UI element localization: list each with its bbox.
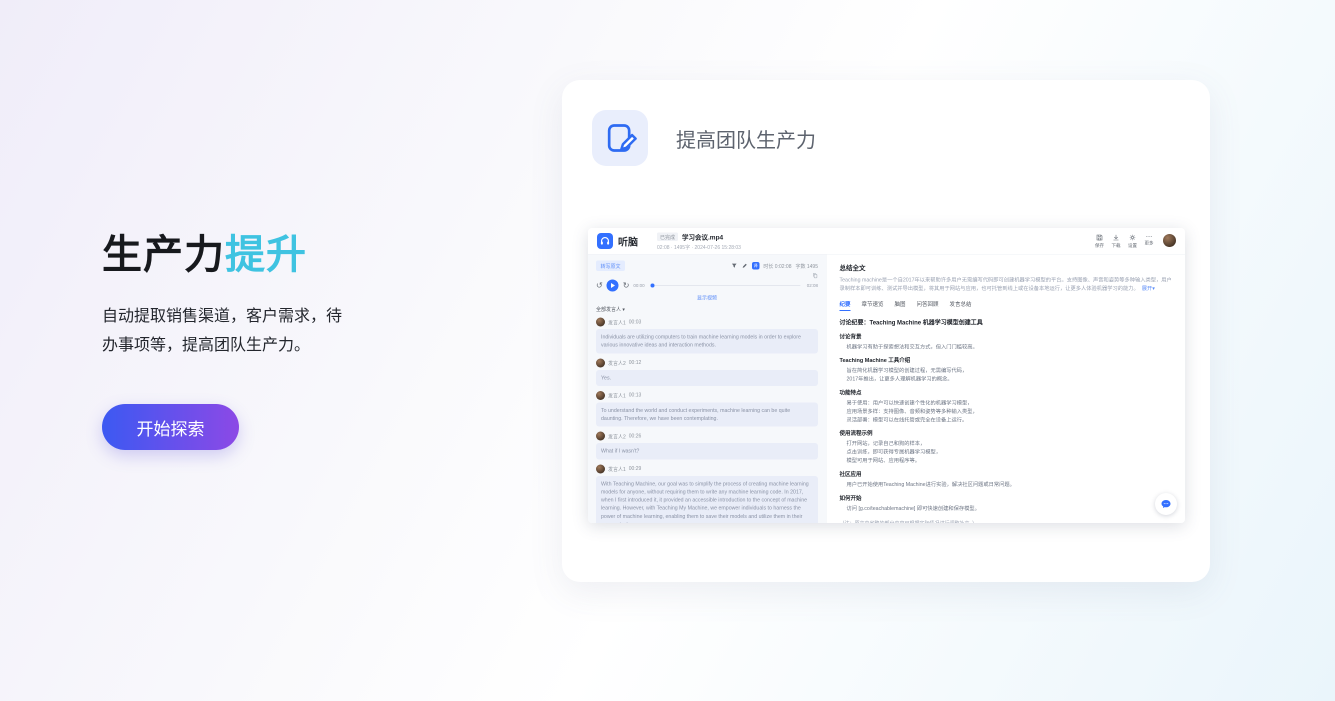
- filter-icon[interactable]: [731, 263, 738, 270]
- transcript-tag: 转写原文: [596, 261, 625, 272]
- total-time: 02:08: [807, 283, 818, 288]
- message-bubble: What if I wasn't?: [596, 443, 818, 459]
- app-window: 听脑 已完成 学习会议.mp4 02:08 · 1495字 · 2024-07-…: [588, 228, 1185, 523]
- page-title: 生产力提升: [102, 230, 482, 280]
- show-video-link[interactable]: 显示视频: [596, 294, 818, 302]
- summary-section: 功能特点 易于使用：用户可以快速创建个性化的机器学习模型， 应用场景多样：支持图…: [840, 389, 1173, 425]
- speaker-name: 发言人1: [608, 392, 626, 400]
- speaker-name: 发言人1: [608, 318, 626, 326]
- summary-section: 社区应用 用户已开始使用Teaching Machine进行实验，解决社区问题或…: [840, 470, 1173, 489]
- message-time: 00:26: [629, 433, 642, 439]
- speaker-filter-dropdown[interactable]: 全部发言人 ▾: [596, 305, 818, 313]
- note-pencil-icon: [592, 110, 648, 166]
- assistant-fab[interactable]: [1155, 493, 1177, 515]
- chat-message: 发言人100:29 With Teaching Machine, our goa…: [596, 464, 818, 523]
- chat-message: 发言人100:03 Individuals are utilizing comp…: [596, 318, 818, 354]
- summary-panel: 总结全文 Teaching machine是一个自2017年以来帮助许多用户无需…: [826, 255, 1185, 524]
- file-meta: 02:08 · 1495字 · 2024-07-26 15:28:03: [657, 243, 741, 251]
- speaker-avatar: [596, 318, 605, 327]
- speaker-name: 发言人1: [608, 465, 626, 473]
- file-status-badge: 已完成: [657, 232, 678, 241]
- message-bubble: Individuals are utilizing computers to t…: [596, 329, 818, 353]
- tab-qa-review[interactable]: 问答回顾: [917, 300, 939, 311]
- card-title: 提高团队生产力: [676, 124, 816, 153]
- avatar[interactable]: [1163, 234, 1176, 247]
- transcript-toolbar: 转写原文 译 时长 0:02:08 字数 1495: [596, 261, 818, 272]
- more-icon: ⋯: [1146, 234, 1153, 239]
- message-time: 00:03: [629, 319, 642, 325]
- play-button[interactable]: [607, 280, 619, 292]
- file-info: 已完成 学习会议.mp4 02:08 · 1495字 · 2024-07-26 …: [657, 232, 741, 251]
- summary-section: Teaching Machine 工具介绍 旨在简化机器学习模型的创建过程，无需…: [840, 356, 1173, 383]
- hero-description: 自动提取销售渠道，客户需求，待 办事项等，提高团队生产力。: [102, 302, 482, 360]
- card-header: 提高团队生产力: [592, 110, 816, 166]
- speaker-avatar: [596, 391, 605, 400]
- tab-minutes[interactable]: 纪要: [840, 300, 851, 311]
- explore-button[interactable]: 开始探索: [102, 404, 239, 450]
- hero-description-line1: 自动提取销售渠道，客户需求，待: [102, 308, 342, 325]
- edit-icon[interactable]: [741, 263, 748, 270]
- download-button[interactable]: 下载: [1111, 234, 1120, 249]
- duration-label: 时长 0:02:08: [763, 262, 791, 270]
- summary-abstract: Teaching machine是一个自2017年以来帮助许多用户无需编写代码即…: [840, 276, 1173, 293]
- settings-button[interactable]: 设置: [1128, 234, 1137, 249]
- progress-knob[interactable]: [651, 284, 655, 288]
- app-logo-text: 听脑: [618, 234, 638, 249]
- chat-message: 发言人100:13 To understand the world and co…: [596, 391, 818, 427]
- header-actions: 保存 下载 设置 ⋯ 更多: [1095, 234, 1176, 249]
- copy-icon[interactable]: [812, 273, 818, 279]
- summary-footnote: （注：原文中省略的部分内容已根据实际情况进行调整补充。）: [840, 519, 1173, 523]
- message-time: 00:29: [629, 466, 642, 472]
- chat-bubble-icon: [1160, 498, 1172, 510]
- app-header: 听脑 已完成 学习会议.mp4 02:08 · 1495字 · 2024-07-…: [588, 228, 1185, 255]
- translate-icon[interactable]: 译: [752, 262, 760, 270]
- file-name: 学习会议.mp4: [682, 232, 723, 242]
- chat-message: 发言人200:12 Yes.: [596, 358, 818, 386]
- message-list: 发言人100:03 Individuals are utilizing comp…: [596, 318, 818, 524]
- summary-section: 使用流程示例 打开网站，记录自己和狗的样本， 点击训练，即可获得专属机器学习模型…: [840, 429, 1173, 465]
- save-icon: [1096, 234, 1103, 241]
- message-bubble: To understand the world and conduct expe…: [596, 402, 818, 426]
- audio-player: ↺ ↻ 00:00 02:08: [596, 280, 818, 292]
- chat-message: 发言人200:26 What if I wasn't?: [596, 432, 818, 460]
- summary-title: 总结全文: [840, 263, 1173, 273]
- transcript-panel: 转写原文 译 时长 0:02:08 字数 1495: [588, 255, 826, 524]
- summary-section: 如何开始 访问 [g.co/teachablemachine] 即可快速创建和保…: [840, 494, 1173, 513]
- rewind-icon[interactable]: ↺: [596, 281, 603, 291]
- speaker-name: 发言人2: [608, 432, 626, 440]
- save-button[interactable]: 保存: [1095, 234, 1104, 249]
- title-accent: 提升: [225, 233, 307, 277]
- app-screenshot: 听脑 已完成 学习会议.mp4 02:08 · 1495字 · 2024-07-…: [588, 228, 1185, 523]
- expand-link[interactable]: 展开▾: [1142, 286, 1155, 292]
- speaker-name: 发言人2: [608, 359, 626, 367]
- current-time: 00:00: [633, 283, 644, 288]
- speaker-avatar: [596, 464, 605, 473]
- more-button[interactable]: ⋯ 更多: [1144, 234, 1153, 246]
- hero-section: 生产力提升 自动提取销售渠道，客户需求，待 办事项等，提高团队生产力。 开始探索: [102, 230, 482, 450]
- summary-section: 讨论背景 机器学习有助于探索想法和交互方式，但入门门槛较高。: [840, 332, 1173, 351]
- download-icon: [1112, 234, 1119, 241]
- message-bubble: Yes.: [596, 370, 818, 386]
- tab-chapters[interactable]: 章节速览: [862, 300, 884, 311]
- feature-card: 提高团队生产力 听脑 已完成: [562, 80, 1210, 582]
- speaker-avatar: [596, 358, 605, 367]
- message-time: 00:12: [629, 360, 642, 366]
- settings-icon: [1129, 234, 1136, 241]
- tab-speaker-summary[interactable]: 发言总结: [950, 300, 972, 311]
- message-time: 00:13: [629, 393, 642, 399]
- title-main: 生产力: [102, 233, 225, 277]
- app-body: 转写原文 译 时长 0:02:08 字数 1495: [588, 255, 1185, 524]
- minutes-heading: 讨论纪要：Teaching Machine 机器学习模型创建工具: [840, 318, 1173, 327]
- message-bubble: With Teaching Machine, our goal was to s…: [596, 476, 818, 523]
- forward-icon[interactable]: ↻: [623, 281, 630, 291]
- tab-mindmap[interactable]: 脑图: [895, 300, 906, 311]
- speaker-avatar: [596, 432, 605, 441]
- app-logo-icon: [597, 233, 613, 249]
- progress-bar[interactable]: [651, 285, 801, 286]
- word-count-label: 字数 1495: [795, 262, 818, 270]
- hero-description-line2: 办事项等，提高团队生产力。: [102, 337, 310, 354]
- summary-tabs: 纪要 章节速览 脑图 问答回顾 发言总结: [840, 300, 1173, 311]
